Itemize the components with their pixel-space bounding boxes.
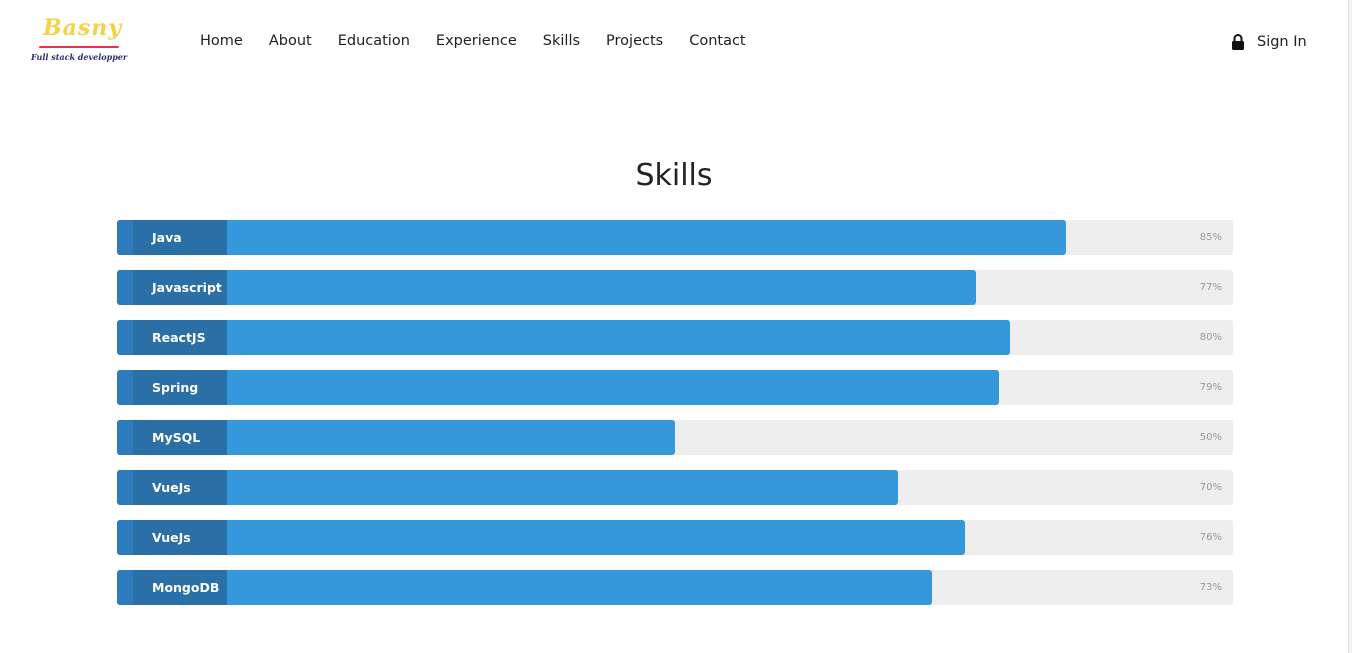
skill-percent: 77% bbox=[1199, 282, 1222, 293]
skill-label-strip bbox=[117, 420, 133, 455]
nav-link-education[interactable]: Education bbox=[338, 33, 410, 49]
skill-row: Javascript 77% bbox=[117, 270, 1233, 305]
skill-bar-fill bbox=[117, 270, 977, 305]
skill-label-strip bbox=[117, 220, 133, 255]
skill-label: Javascript bbox=[117, 270, 227, 305]
skill-label: MongoDB bbox=[117, 570, 227, 605]
skill-label-strip bbox=[117, 470, 133, 505]
skill-percent: 80% bbox=[1199, 332, 1222, 343]
skill-label-strip bbox=[117, 270, 133, 305]
nav-link-contact[interactable]: Contact bbox=[689, 33, 745, 49]
skill-label: MySQL bbox=[117, 420, 227, 455]
skill-label: VueJs bbox=[117, 470, 227, 505]
skill-bar-fill bbox=[117, 320, 1010, 355]
nav-link-about[interactable]: About bbox=[269, 33, 312, 49]
skill-label-strip bbox=[117, 520, 133, 555]
skill-bar-fill bbox=[117, 220, 1066, 255]
nav-link-skills[interactable]: Skills bbox=[543, 33, 580, 49]
skill-percent: 70% bbox=[1199, 482, 1222, 493]
nav-link-projects[interactable]: Projects bbox=[606, 33, 663, 49]
skill-label: Spring bbox=[117, 370, 227, 405]
scrollbar[interactable] bbox=[1348, 0, 1352, 653]
skill-bar-fill bbox=[117, 520, 966, 555]
skill-bar-fill bbox=[117, 470, 899, 505]
skill-label: Java bbox=[117, 220, 227, 255]
skill-percent: 73% bbox=[1199, 582, 1222, 593]
skill-label: ReactJS bbox=[117, 320, 227, 355]
skill-row: VueJs 70% bbox=[117, 470, 1233, 505]
skill-percent: 79% bbox=[1199, 382, 1222, 393]
skill-bar-fill bbox=[117, 570, 932, 605]
logo[interactable]: Basny Full stack developper bbox=[31, 15, 129, 67]
skill-bar-fill bbox=[117, 370, 999, 405]
skill-row: VueJs 76% bbox=[117, 520, 1233, 555]
nav-link-home[interactable]: Home bbox=[200, 33, 243, 49]
lock-icon bbox=[1231, 33, 1245, 51]
sign-in-label: Sign In bbox=[1257, 34, 1307, 50]
logo-underline bbox=[39, 46, 119, 48]
skill-row: MongoDB 73% bbox=[117, 570, 1233, 605]
sign-in-button[interactable]: Sign In bbox=[1231, 33, 1307, 51]
skill-label-strip bbox=[117, 370, 133, 405]
skill-label-strip bbox=[117, 570, 133, 605]
nav-links: Home About Education Experience Skills P… bbox=[200, 33, 772, 49]
skills-list: Java 85% Javascript 77% ReactJS 80% Spri… bbox=[117, 220, 1233, 620]
skill-percent: 76% bbox=[1199, 532, 1222, 543]
page: Basny Full stack developper Home About E… bbox=[0, 0, 1352, 653]
skill-label-strip bbox=[117, 320, 133, 355]
logo-tagline: Full stack developper bbox=[31, 52, 128, 62]
skill-label: VueJs bbox=[117, 520, 227, 555]
nav-link-experience[interactable]: Experience bbox=[436, 33, 517, 49]
skill-row: MySQL 50% bbox=[117, 420, 1233, 455]
skill-percent: 85% bbox=[1199, 232, 1222, 243]
skill-row: ReactJS 80% bbox=[117, 320, 1233, 355]
navbar: Basny Full stack developper Home About E… bbox=[0, 0, 1348, 86]
section-title: Skills bbox=[635, 158, 713, 193]
skill-percent: 50% bbox=[1199, 432, 1222, 443]
skill-row: Java 85% bbox=[117, 220, 1233, 255]
skill-row: Spring 79% bbox=[117, 370, 1233, 405]
logo-name: Basny bbox=[43, 15, 123, 41]
